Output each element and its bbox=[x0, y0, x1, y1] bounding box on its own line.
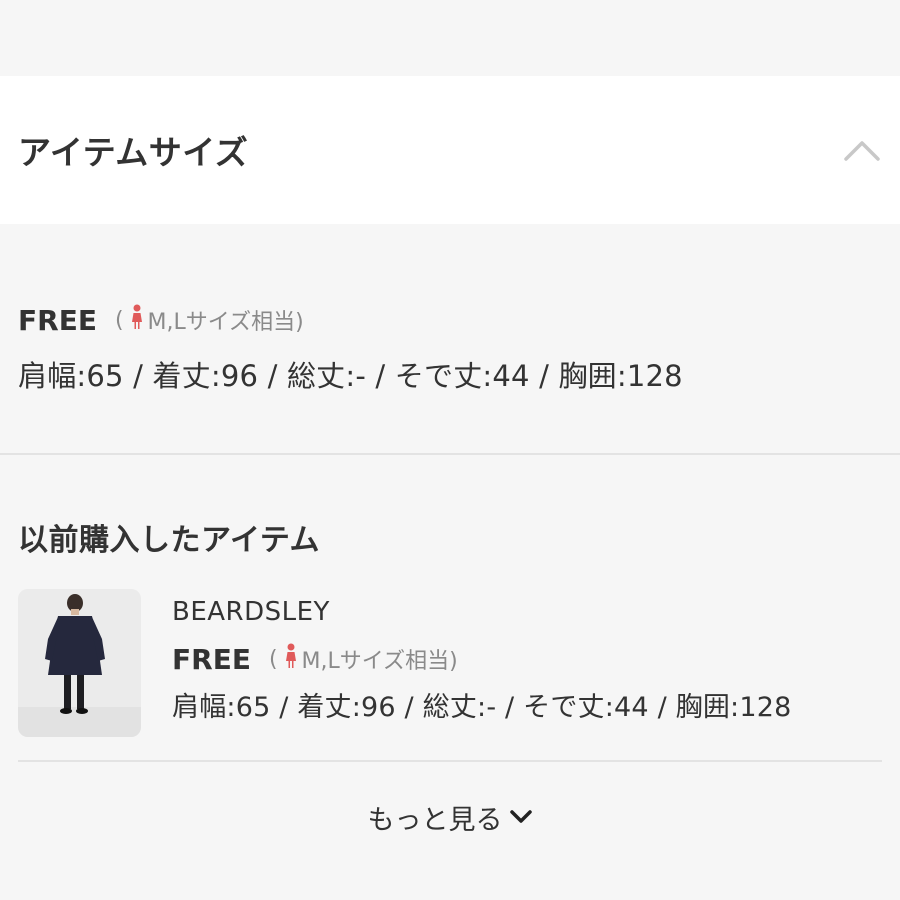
product-info: BEARDSLEY FREE ( M,Lサイズ相当) 肩幅:65 / 着丈:96… bbox=[172, 589, 791, 739]
size-info: FREE ( M,Lサイズ相当) 肩幅:65 / 着丈:96 / 総丈:- / … bbox=[18, 300, 882, 395]
product-size-line: FREE ( M,Lサイズ相当) bbox=[172, 639, 791, 679]
previous-item-row[interactable]: BEARDSLEY FREE ( M,Lサイズ相当) 肩幅:65 / 着丈:96… bbox=[18, 589, 882, 739]
section-divider bbox=[0, 453, 900, 455]
paren-open: ( bbox=[114, 307, 124, 333]
product-size-equivalent: ( M,Lサイズ相当) bbox=[269, 643, 458, 675]
chevron-down-icon bbox=[509, 809, 533, 825]
show-more-button[interactable]: もっと見る bbox=[0, 795, 900, 839]
list-divider bbox=[18, 760, 882, 762]
size-measurements: 肩幅:65 / 着丈:96 / 総丈:- / そで丈:44 / 胸囲:128 bbox=[18, 359, 683, 393]
product-brand: BEARDSLEY bbox=[172, 597, 330, 627]
size-equivalent-text: M,Lサイズ相当) bbox=[147, 310, 304, 335]
chevron-up-icon[interactable] bbox=[842, 130, 882, 170]
size-name: FREE bbox=[18, 303, 97, 337]
product-measurements: 肩幅:65 / 着丈:96 / 総丈:- / そで丈:44 / 胸囲:128 bbox=[172, 692, 792, 723]
woman-icon bbox=[130, 304, 144, 336]
woman-icon bbox=[284, 643, 298, 675]
size-line: FREE ( M,Lサイズ相当) bbox=[18, 300, 882, 340]
show-more-label: もっと見る bbox=[367, 804, 503, 836]
size-equivalent: ( M,Lサイズ相当) bbox=[115, 304, 304, 336]
product-size-equivalent-text: M,Lサイズ相当) bbox=[301, 649, 458, 674]
item-size-accordion-header[interactable]: アイテムサイズ bbox=[0, 76, 900, 224]
paren-open: ( bbox=[268, 646, 278, 672]
product-size-name: FREE bbox=[172, 642, 251, 676]
item-size-title: アイテムサイズ bbox=[18, 133, 249, 172]
previous-purchases-title: 以前購入したアイテム bbox=[18, 523, 320, 558]
product-thumbnail[interactable] bbox=[18, 589, 141, 737]
